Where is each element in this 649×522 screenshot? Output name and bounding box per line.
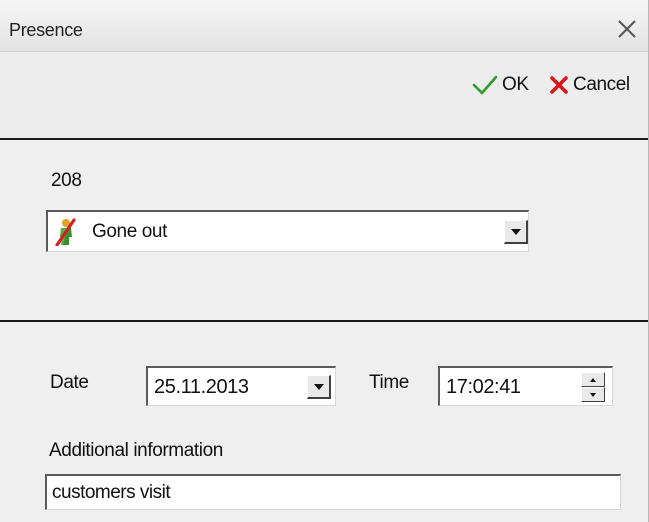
chevron-down-icon: [313, 383, 324, 390]
time-field[interactable]: 17:02:41: [438, 366, 613, 406]
date-label: Date: [50, 372, 89, 393]
date-value: 25.11.2013: [154, 376, 249, 398]
ok-label: OK: [502, 74, 529, 95]
presence-id: 208: [51, 170, 82, 191]
additional-info-label: Additional information: [49, 440, 223, 461]
cancel-label: Cancel: [573, 74, 630, 95]
arrow-up-icon: [590, 377, 596, 382]
presence-dialog: Presence OK Cancel 208 Gone out Date 25.…: [0, 0, 649, 522]
time-value: 17:02:41: [446, 376, 521, 398]
time-spinner: [581, 372, 605, 402]
additional-info-input[interactable]: customers visit: [45, 474, 621, 510]
time-label: Time: [369, 372, 409, 393]
x-icon: [548, 74, 573, 96]
toolbar: OK Cancel: [0, 53, 648, 138]
date-dropdown-button[interactable]: [307, 375, 331, 399]
divider-middle: [0, 320, 648, 322]
status-value: Gone out: [92, 221, 167, 242]
time-increment-button[interactable]: [581, 372, 605, 387]
arrow-down-icon: [590, 392, 596, 397]
ok-button[interactable]: OK: [471, 70, 529, 100]
date-picker[interactable]: 25.11.2013: [146, 366, 336, 406]
close-icon: [614, 16, 640, 42]
checkmark-icon: [471, 74, 502, 96]
close-button[interactable]: [614, 16, 640, 42]
window-title: Presence: [9, 20, 83, 40]
person-gone-out-icon: [54, 218, 76, 246]
additional-info-value: customers visit: [52, 482, 171, 503]
cancel-button[interactable]: Cancel: [548, 70, 630, 100]
title-bar: Presence: [0, 0, 648, 52]
time-decrement-button[interactable]: [581, 387, 605, 402]
status-dropdown[interactable]: Gone out: [46, 210, 529, 252]
status-dropdown-button[interactable]: [504, 220, 528, 244]
divider-top: [0, 138, 648, 140]
chevron-down-icon: [510, 228, 521, 235]
